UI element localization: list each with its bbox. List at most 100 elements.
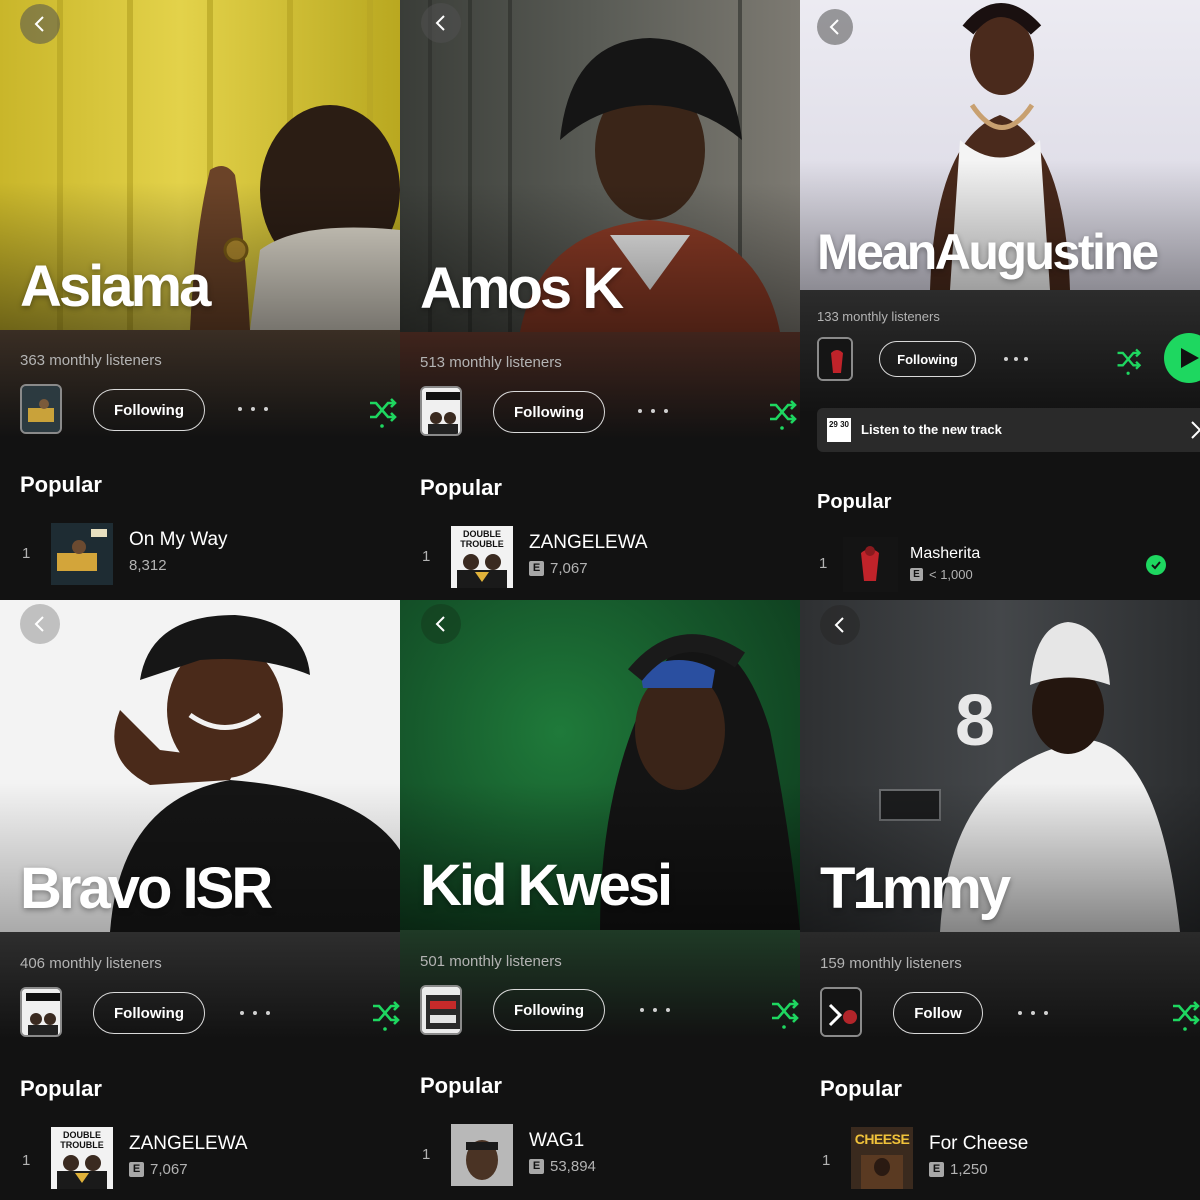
artist-panel-kid-kwesi: Kid Kwesi 501 monthly listeners Followin… [400,600,800,1200]
shuffle-icon[interactable] [1169,997,1200,1031]
track-artwork: CHEESE [851,1127,913,1189]
chevron-left-icon [34,616,44,632]
popular-heading: Popular [420,475,502,500]
artist-pages-collage: Asiama 363 monthly listeners Following P… [0,0,1200,1200]
popular-heading: Popular [20,472,102,497]
track-plays: E 7,067 [529,560,588,577]
popular-heading: Popular [820,1076,902,1101]
artist-panel-asiama: Asiama 363 monthly listeners Following P… [0,0,400,600]
artist-pick-thumbnail[interactable] [820,987,862,1037]
release-artwork: 29 30 [827,418,851,442]
track-row[interactable]: 1 DOUBLE TROUBLE ZANGELEWA E 7,067 [420,526,800,590]
back-button[interactable] [20,604,60,644]
track-plays: E 7,067 [129,1161,188,1178]
track-artwork [843,537,898,592]
popular-heading: Popular [420,1073,502,1098]
check-circle-icon[interactable] [1146,555,1166,575]
chevron-left-icon [435,616,445,632]
track-title: WAG1 [529,1130,585,1151]
back-button[interactable] [817,9,853,45]
shuffle-icon[interactable] [366,394,400,428]
artist-pick-thumbnail[interactable] [420,386,462,436]
track-row[interactable]: 1 CHEESE For Cheese E 1,250 [820,1127,1200,1191]
artist-name: Asiama [20,254,211,319]
monthly-listeners: 133 monthly listeners [817,309,940,324]
track-row[interactable]: 1 WAG1 E 53,894 [420,1124,800,1188]
more-options-button[interactable] [1004,349,1028,369]
shuffle-icon[interactable] [369,997,400,1031]
artist-panel-bravo-isr: Bravo ISR 406 monthly listeners Followin… [0,600,400,1200]
track-plays: E 53,894 [529,1158,596,1175]
track-title: On My Way [129,529,228,550]
explicit-badge: E [529,561,544,576]
artist-pick-thumbnail[interactable] [20,987,62,1037]
back-button[interactable] [820,605,860,645]
following-button[interactable]: Following [93,992,205,1034]
explicit-badge: E [929,1162,944,1177]
explicit-badge: E [129,1162,144,1177]
chevron-left-icon [34,16,44,32]
chevron-left-icon [435,15,445,31]
track-number: 1 [22,545,31,562]
following-button[interactable]: Following [493,989,605,1031]
monthly-listeners: 513 monthly listeners [420,354,562,371]
artist-pick-thumbnail[interactable] [420,985,462,1035]
explicit-badge: E [910,568,923,581]
track-artwork [451,1124,513,1186]
track-artwork: DOUBLE TROUBLE [51,1127,113,1189]
more-options-button[interactable] [1018,1003,1048,1023]
track-number: 1 [422,548,431,565]
track-number: 1 [422,1146,431,1163]
track-title: Masherita [910,545,981,562]
track-plays: E 1,250 [929,1161,988,1178]
track-row[interactable]: 1 Masherita E < 1,000 [817,537,1200,600]
new-release-banner[interactable]: 29 30 Listen to the new track [817,408,1200,452]
shuffle-icon[interactable] [768,995,800,1029]
artist-panel-t1mmy: 8 T1mmy 159 monthly listeners Follow Pop… [800,600,1200,1200]
more-options-button[interactable] [238,399,268,419]
monthly-listeners: 406 monthly listeners [20,955,162,972]
back-button[interactable] [421,3,461,43]
follow-button[interactable]: Follow [893,992,983,1034]
play-icon [1181,348,1199,368]
monthly-listeners: 363 monthly listeners [20,352,162,369]
track-number: 1 [819,555,828,572]
artist-pick-thumbnail[interactable] [817,337,853,381]
track-plays: E < 1,000 [910,567,973,582]
track-number: 1 [22,1152,31,1169]
artist-name: T1mmy [820,856,1011,921]
more-options-button[interactable] [240,1003,270,1023]
popular-heading: Popular [20,1076,102,1101]
shuffle-icon[interactable] [766,396,800,430]
track-title: ZANGELEWA [129,1133,248,1154]
back-button[interactable] [421,604,461,644]
artist-name: Bravo ISR [20,856,273,921]
monthly-listeners: 159 monthly listeners [820,955,962,972]
chevron-left-icon [829,19,839,35]
track-artwork [51,523,113,585]
track-artwork: DOUBLE TROUBLE [451,526,513,588]
shuffle-icon[interactable] [1114,345,1144,375]
more-options-button[interactable] [638,401,668,421]
back-button[interactable] [20,4,60,44]
artist-name: Amos K [420,256,624,321]
wall-number: 8 [955,681,996,761]
following-button[interactable]: Following [93,389,205,431]
release-banner-text: Listen to the new track [861,422,1002,437]
track-row[interactable]: 1 On My Way 8,312 [20,523,400,587]
following-button[interactable]: Following [493,391,605,433]
track-number: 1 [822,1152,831,1169]
chevron-left-icon [834,617,844,633]
track-row[interactable]: 1 DOUBLE TROUBLE ZANGELEWA E 7,067 [20,1127,400,1191]
artist-pick-thumbnail[interactable] [20,384,62,434]
artist-panel-meanaugustine: MeanAugustine 133 monthly listeners Foll… [800,0,1200,600]
explicit-badge: E [529,1159,544,1174]
following-button[interactable]: Following [879,341,976,377]
artist-name: MeanAugustine [817,224,1159,280]
more-options-button[interactable] [640,1000,670,1020]
monthly-listeners: 501 monthly listeners [420,953,562,970]
popular-heading: Popular [817,491,892,513]
artist-name: Kid Kwesi [420,853,673,918]
artist-panel-amos-k: Amos K 513 monthly listeners Following P… [400,0,800,600]
chevron-right-icon [1191,421,1200,439]
